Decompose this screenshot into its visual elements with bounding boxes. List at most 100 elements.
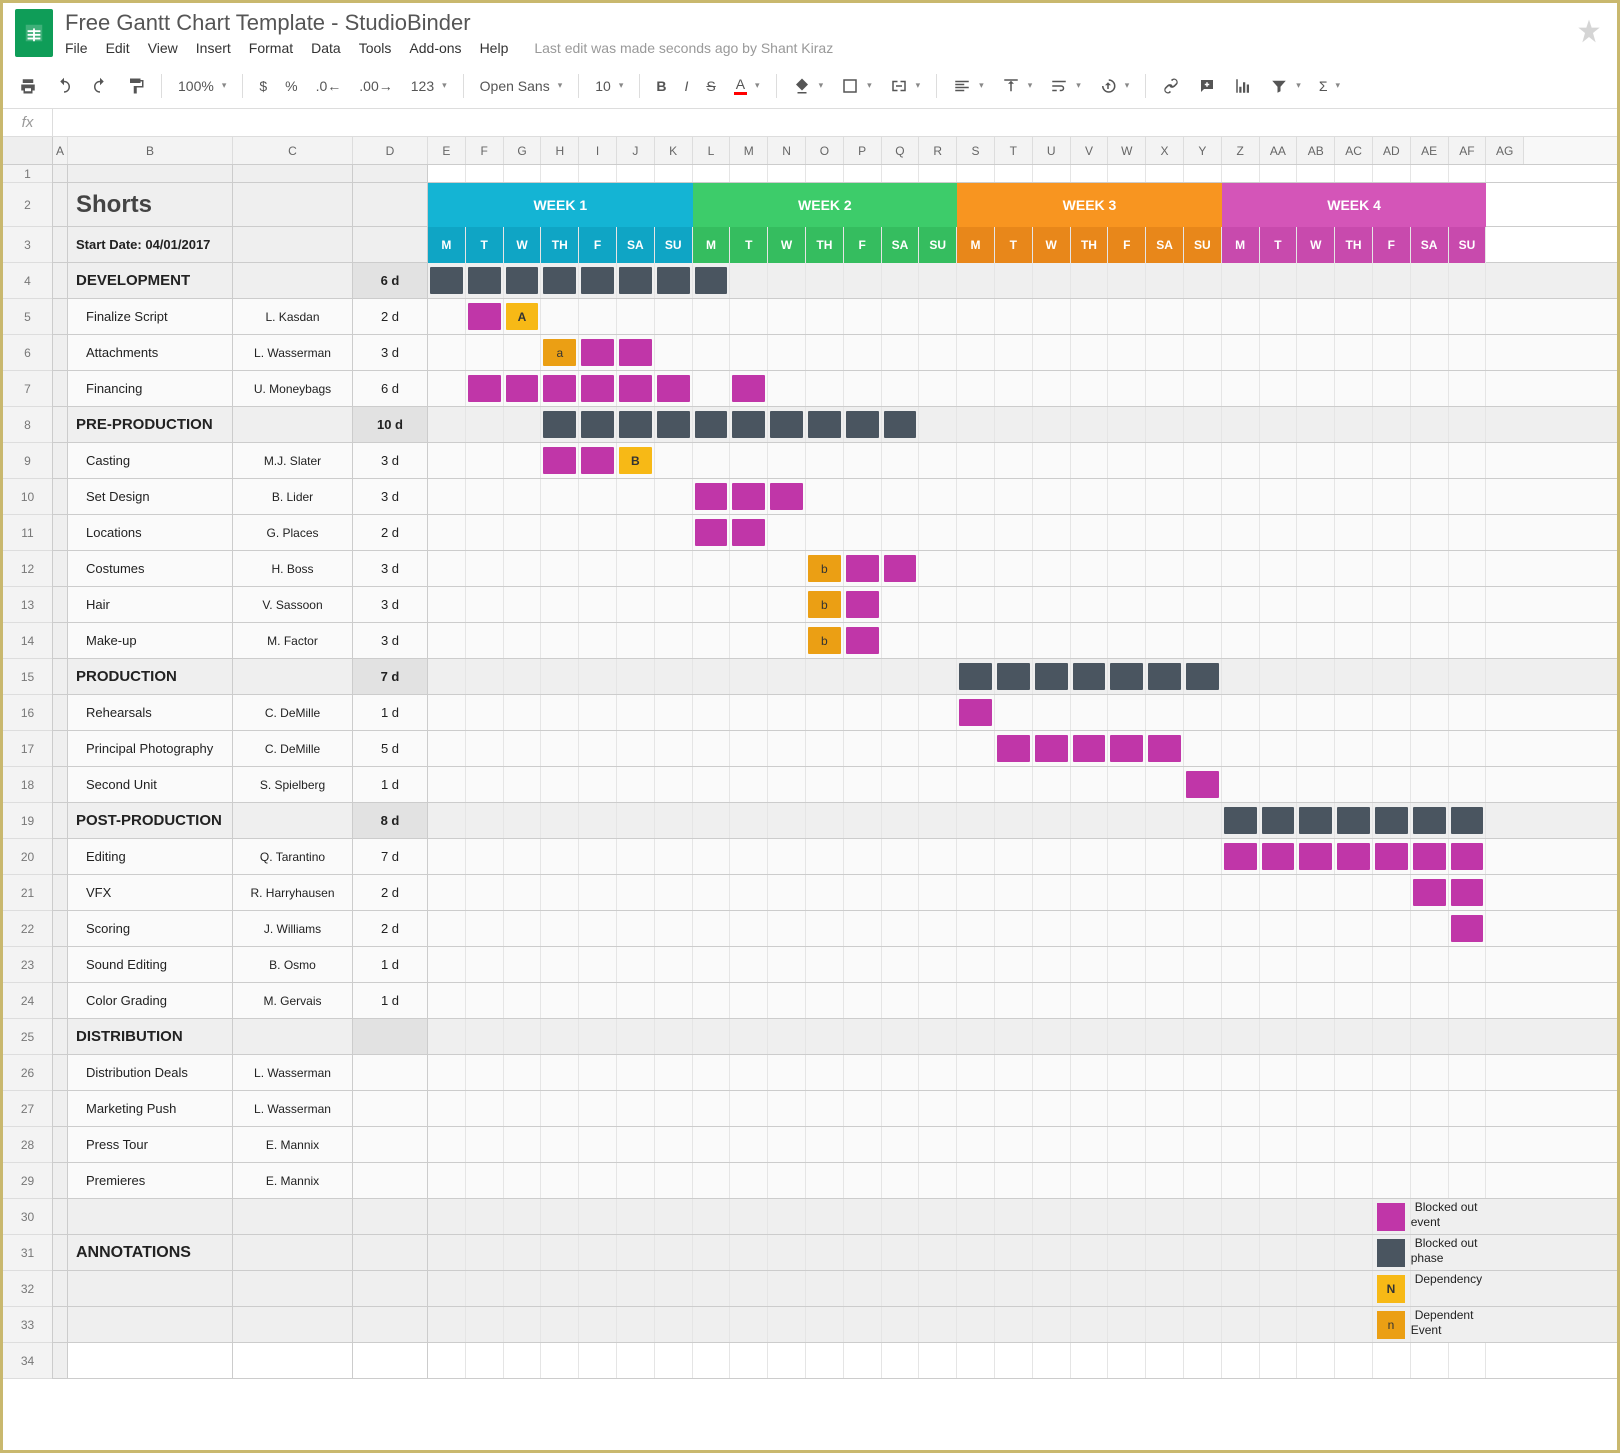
- number-format[interactable]: 123: [405, 74, 453, 98]
- row-header-2[interactable]: 2: [3, 183, 52, 227]
- menu-file[interactable]: File: [65, 40, 88, 56]
- row-header-25[interactable]: 25: [3, 1019, 52, 1055]
- row-header-20[interactable]: 20: [3, 839, 52, 875]
- rotate-icon[interactable]: [1093, 73, 1136, 99]
- row-header-10[interactable]: 10: [3, 479, 52, 515]
- halign-icon[interactable]: [947, 73, 990, 99]
- font-size[interactable]: 10: [589, 74, 629, 98]
- menu-view[interactable]: View: [148, 40, 178, 56]
- col-header-L[interactable]: L: [693, 137, 731, 164]
- menu-edit[interactable]: Edit: [106, 40, 130, 56]
- col-header-T[interactable]: T: [995, 137, 1033, 164]
- row-header-3[interactable]: 3: [3, 227, 52, 263]
- menu-help[interactable]: Help: [480, 40, 509, 56]
- paint-format-icon[interactable]: [121, 73, 151, 99]
- row-header-15[interactable]: 15: [3, 659, 52, 695]
- col-header-O[interactable]: O: [806, 137, 844, 164]
- spreadsheet-content[interactable]: ShortsWEEK 1WEEK 2WEEK 3WEEK 4Start Date…: [53, 165, 1617, 1379]
- col-header-B[interactable]: B: [68, 137, 233, 164]
- row-header-5[interactable]: 5: [3, 299, 52, 335]
- row-header-11[interactable]: 11: [3, 515, 52, 551]
- col-header-Z[interactable]: Z: [1222, 137, 1260, 164]
- text-color-icon[interactable]: A: [728, 72, 766, 99]
- col-header-H[interactable]: H: [541, 137, 579, 164]
- italic-icon[interactable]: I: [678, 74, 694, 98]
- col-header-J[interactable]: J: [617, 137, 655, 164]
- row-header-27[interactable]: 27: [3, 1091, 52, 1127]
- col-header-G[interactable]: G: [504, 137, 542, 164]
- row-header-17[interactable]: 17: [3, 731, 52, 767]
- fill-color-icon[interactable]: [787, 73, 830, 99]
- valign-icon[interactable]: [996, 73, 1039, 99]
- merge-icon[interactable]: [884, 73, 927, 99]
- col-header-R[interactable]: R: [919, 137, 957, 164]
- col-header-K[interactable]: K: [655, 137, 693, 164]
- col-header-AA[interactable]: AA: [1260, 137, 1298, 164]
- col-header-AF[interactable]: AF: [1449, 137, 1487, 164]
- row-header-23[interactable]: 23: [3, 947, 52, 983]
- col-header-N[interactable]: N: [768, 137, 806, 164]
- zoom-select[interactable]: 100%: [172, 74, 232, 98]
- font-select[interactable]: Open Sans: [474, 74, 569, 98]
- row-header-18[interactable]: 18: [3, 767, 52, 803]
- row-header-26[interactable]: 26: [3, 1055, 52, 1091]
- row-header-8[interactable]: 8: [3, 407, 52, 443]
- bold-icon[interactable]: B: [650, 74, 672, 98]
- percent-icon[interactable]: %: [279, 74, 303, 98]
- col-header-AG[interactable]: AG: [1486, 137, 1524, 164]
- filter-icon[interactable]: [1264, 73, 1307, 99]
- row-header-24[interactable]: 24: [3, 983, 52, 1019]
- col-header-V[interactable]: V: [1071, 137, 1109, 164]
- doc-title[interactable]: Free Gantt Chart Template - StudioBinder: [65, 10, 1573, 36]
- currency-icon[interactable]: $: [253, 74, 273, 98]
- inc-decimal-icon[interactable]: .00→: [353, 74, 398, 98]
- row-header-6[interactable]: 6: [3, 335, 52, 371]
- row-header-16[interactable]: 16: [3, 695, 52, 731]
- col-header-F[interactable]: F: [466, 137, 504, 164]
- addon-icon[interactable]: [1573, 17, 1605, 49]
- col-header-S[interactable]: S: [957, 137, 995, 164]
- row-header-34[interactable]: 34: [3, 1343, 52, 1379]
- col-header-W[interactable]: W: [1108, 137, 1146, 164]
- row-header-31[interactable]: 31: [3, 1235, 52, 1271]
- row-header-9[interactable]: 9: [3, 443, 52, 479]
- row-header-33[interactable]: 33: [3, 1307, 52, 1343]
- col-header-A[interactable]: A: [53, 137, 68, 164]
- print-icon[interactable]: [13, 73, 43, 99]
- col-header-AE[interactable]: AE: [1411, 137, 1449, 164]
- wrap-icon[interactable]: [1044, 73, 1087, 99]
- menu-addons[interactable]: Add-ons: [409, 40, 461, 56]
- col-header-X[interactable]: X: [1146, 137, 1184, 164]
- row-header-13[interactable]: 13: [3, 587, 52, 623]
- col-header-AB[interactable]: AB: [1297, 137, 1335, 164]
- row-header-19[interactable]: 19: [3, 803, 52, 839]
- borders-icon[interactable]: [835, 73, 878, 99]
- link-icon[interactable]: [1156, 73, 1186, 99]
- col-header-AD[interactable]: AD: [1373, 137, 1411, 164]
- functions-icon[interactable]: Σ: [1313, 74, 1346, 98]
- row-header-4[interactable]: 4: [3, 263, 52, 299]
- select-all-corner[interactable]: [3, 137, 53, 164]
- strike-icon[interactable]: S: [700, 74, 721, 98]
- row-header-29[interactable]: 29: [3, 1163, 52, 1199]
- col-header-E[interactable]: E: [428, 137, 466, 164]
- row-header-30[interactable]: 30: [3, 1199, 52, 1235]
- col-header-U[interactable]: U: [1033, 137, 1071, 164]
- redo-icon[interactable]: [85, 73, 115, 99]
- menu-format[interactable]: Format: [249, 40, 293, 56]
- sheets-icon[interactable]: [15, 9, 53, 57]
- comment-icon[interactable]: [1192, 73, 1222, 99]
- row-header-14[interactable]: 14: [3, 623, 52, 659]
- row-header-28[interactable]: 28: [3, 1127, 52, 1163]
- col-header-Q[interactable]: Q: [882, 137, 920, 164]
- undo-icon[interactable]: [49, 73, 79, 99]
- col-header-D[interactable]: D: [353, 137, 428, 164]
- menu-tools[interactable]: Tools: [359, 40, 392, 56]
- row-header-12[interactable]: 12: [3, 551, 52, 587]
- row-header-22[interactable]: 22: [3, 911, 52, 947]
- dec-decimal-icon[interactable]: .0←: [310, 74, 348, 98]
- row-header-7[interactable]: 7: [3, 371, 52, 407]
- col-header-P[interactable]: P: [844, 137, 882, 164]
- chart-icon[interactable]: [1228, 73, 1258, 99]
- row-header-32[interactable]: 32: [3, 1271, 52, 1307]
